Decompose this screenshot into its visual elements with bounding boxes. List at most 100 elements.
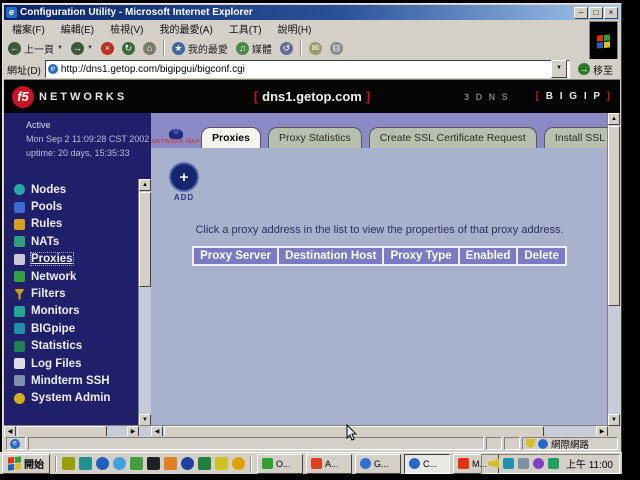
- quick-launch-icon[interactable]: [96, 457, 109, 470]
- quick-launch-icon[interactable]: [147, 457, 160, 470]
- tab-proxy-statistics[interactable]: Proxy Statistics: [268, 127, 362, 148]
- forward-button[interactable]: → ▼: [67, 40, 97, 57]
- quick-launch-icon[interactable]: [215, 457, 228, 470]
- address-input[interactable]: [61, 64, 548, 75]
- taskbar-separator: [55, 456, 57, 472]
- scroll-up-icon[interactable]: ▲: [139, 179, 151, 191]
- print-button[interactable]: ⊟: [326, 40, 347, 57]
- quick-launch-bar: [62, 457, 245, 470]
- quick-launch-icon[interactable]: [79, 457, 92, 470]
- proxies-content: + ADD Click a proxy address in the list …: [151, 148, 608, 426]
- tray-flag-icon[interactable]: [503, 458, 514, 469]
- app-icon: [311, 458, 322, 469]
- menu-view[interactable]: 檢視(V): [102, 19, 151, 38]
- taskbar-window-button-active[interactable]: C...: [404, 454, 450, 474]
- sidebar-item-mindterm-ssh[interactable]: Mindterm SSH: [14, 372, 137, 389]
- pools-icon: [14, 202, 25, 213]
- back-button[interactable]: ← 上一頁 ▼: [4, 39, 67, 58]
- refresh-button[interactable]: ↻: [118, 40, 139, 57]
- status-bar: e 網際網路: [4, 436, 620, 451]
- mouse-cursor: [346, 424, 358, 442]
- sidebar-item-log-files[interactable]: Log Files: [14, 355, 137, 372]
- sidebar-item-rules[interactable]: Rules: [14, 216, 137, 233]
- back-dropdown-icon: ▼: [57, 45, 63, 51]
- favorites-button[interactable]: ★ 我的最愛: [168, 39, 232, 58]
- scroll-up-icon[interactable]: ▲: [608, 113, 620, 125]
- menu-tools[interactable]: 工具(T): [221, 19, 270, 38]
- sidebar-item-system-admin[interactable]: System Admin: [14, 390, 137, 407]
- taskbar-clock[interactable]: 上午 11:00: [566, 456, 613, 471]
- taskbar-window-button[interactable]: A...: [306, 454, 352, 474]
- stop-button[interactable]: ×: [97, 40, 118, 57]
- hostname-display: [dns1.getop.com]: [4, 89, 620, 104]
- taskbar-separator: [250, 456, 252, 472]
- window-title: Configuration Utility - Microsoft Intern…: [20, 7, 570, 18]
- quick-launch-icon[interactable]: [164, 457, 177, 470]
- sidebar-item-statistics[interactable]: Statistics: [14, 338, 137, 355]
- sidebar-item-nats[interactable]: NATs: [14, 233, 137, 250]
- scrollbar-thumb[interactable]: [139, 192, 151, 287]
- zone-label: 網際網路: [551, 437, 589, 451]
- app-icon: [262, 458, 273, 469]
- browser-window: e Configuration Utility - Microsoft Inte…: [2, 3, 622, 453]
- taskbar-window-button[interactable]: O...: [257, 454, 303, 474]
- quick-launch-icon[interactable]: [113, 457, 126, 470]
- media-button[interactable]: ♫ 媒體: [232, 39, 276, 58]
- menu-favorites[interactable]: 我的最愛(A): [151, 19, 220, 38]
- quick-launch-icon[interactable]: [198, 457, 211, 470]
- history-button[interactable]: ↺: [276, 40, 297, 57]
- address-dropdown-icon[interactable]: ▼: [551, 60, 567, 78]
- tab-create-ssl-certificate-request[interactable]: Create SSL Certificate Request: [369, 127, 537, 148]
- add-button[interactable]: +: [169, 162, 199, 192]
- sidebar-item-proxies[interactable]: Proxies: [14, 251, 137, 268]
- quick-launch-icon[interactable]: [62, 457, 75, 470]
- network-map-icon: [169, 129, 183, 139]
- navigation-sidebar: Active Mon Sep 2 11:09:28 CST 2002 uptim…: [4, 113, 151, 438]
- scroll-down-icon[interactable]: ▼: [608, 414, 620, 426]
- home-button[interactable]: ⌂: [139, 40, 160, 57]
- start-button[interactable]: 開始: [2, 454, 50, 474]
- taskbar-window-button[interactable]: G...: [355, 454, 401, 474]
- main-vertical-scrollbar[interactable]: ▲ ▼: [607, 113, 620, 426]
- maximize-button[interactable]: □: [589, 7, 603, 19]
- scrollbar-thumb[interactable]: [608, 126, 620, 306]
- quick-launch-icon[interactable]: [130, 457, 143, 470]
- column-header-proxy-server: Proxy Server: [194, 248, 277, 264]
- network-map-button[interactable]: NETWORK MAP: [151, 134, 201, 148]
- app-icon: [409, 458, 420, 469]
- sidebar-item-network[interactable]: Network: [14, 268, 137, 285]
- sidebar-item-pools[interactable]: Pools: [14, 198, 137, 215]
- sidebar-item-filters[interactable]: Filters: [14, 285, 137, 302]
- sidebar-item-monitors[interactable]: Monitors: [14, 303, 137, 320]
- sidebar-item-nodes[interactable]: Nodes: [14, 181, 137, 198]
- go-icon: →: [578, 63, 590, 75]
- quick-launch-icon[interactable]: [232, 457, 245, 470]
- favorites-icon: ★: [172, 42, 185, 55]
- shield-icon: [526, 439, 535, 449]
- status-state: Active: [26, 118, 149, 132]
- menu-help[interactable]: 說明(H): [270, 19, 320, 38]
- menu-edit[interactable]: 編輯(E): [53, 19, 102, 38]
- mail-button[interactable]: ✉: [305, 40, 326, 57]
- app-icon: [360, 458, 371, 469]
- sidebar-item-bigpipe[interactable]: BIGpipe: [14, 320, 137, 337]
- sidebar-vertical-scrollbar[interactable]: ▲ ▼: [138, 179, 151, 426]
- rules-icon: [14, 219, 25, 230]
- go-button[interactable]: → 移至: [574, 62, 617, 77]
- main-frame: NETWORK MAP Proxies Proxy Statistics Cre…: [151, 113, 620, 438]
- menu-file[interactable]: 檔案(F): [4, 19, 53, 38]
- quick-launch-icon[interactable]: [181, 457, 194, 470]
- display-icon[interactable]: [518, 458, 529, 469]
- refresh-icon: ↻: [122, 42, 135, 55]
- tray-app-icon[interactable]: [533, 458, 544, 469]
- tray-app-icon[interactable]: [548, 458, 559, 469]
- title-bar: e Configuration Utility - Microsoft Inte…: [4, 5, 620, 20]
- close-button[interactable]: ×: [604, 7, 618, 19]
- page-icon: e: [48, 64, 58, 74]
- volume-icon[interactable]: [488, 458, 499, 469]
- forward-dropdown-icon: ▼: [87, 45, 93, 51]
- column-header-proxy-type: Proxy Type: [384, 248, 457, 264]
- minimize-button[interactable]: –: [574, 7, 588, 19]
- tab-proxies[interactable]: Proxies: [201, 127, 261, 148]
- statistics-icon: [14, 341, 25, 352]
